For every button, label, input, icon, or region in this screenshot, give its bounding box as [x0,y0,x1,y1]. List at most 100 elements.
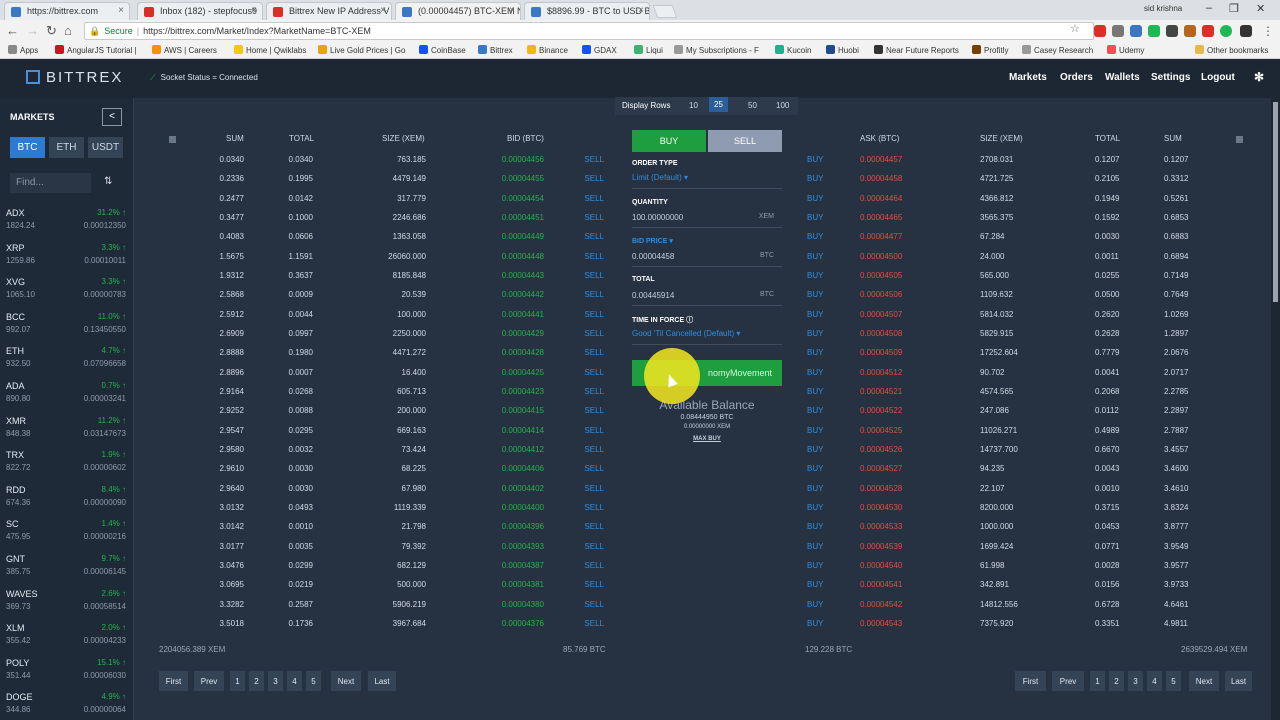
bid-price[interactable]: 0.00004412 [502,445,544,454]
extension-icon[interactable] [1166,25,1178,37]
bid-price[interactable]: 0.00004429 [502,329,544,338]
bid-price[interactable]: 0.00004402 [502,484,544,493]
market-list-item[interactable]: WAVES 2.6% ↑ 369.73 0.00058514 [6,589,126,623]
asks-header-sum[interactable]: SUM [1164,134,1182,143]
bid-price[interactable]: 0.00004455 [502,174,544,183]
max-buy-link[interactable]: MAX BUY [632,436,782,442]
home-icon[interactable]: ⌂ [64,23,72,38]
buy-link[interactable]: BUY [807,174,823,183]
close-tab-icon[interactable]: × [638,5,644,16]
bid-price[interactable]: 0.00004423 [502,387,544,396]
browser-tab[interactable]: (0.00004457) BTC-XEM N × [395,2,521,20]
buy-link[interactable]: BUY [807,426,823,435]
bid-price[interactable]: 0.00004448 [502,252,544,261]
bid-price[interactable]: 0.00004456 [502,155,544,164]
sell-link[interactable]: SELL [584,484,604,493]
sell-link[interactable]: SELL [584,155,604,164]
bookmark-item[interactable]: CoinBase [419,45,466,55]
asks-select-checkbox[interactable] [1236,136,1243,143]
nav-logout[interactable]: Logout [1201,72,1235,83]
page-button-first[interactable]: First [1015,671,1046,691]
browser-tab[interactable]: Inbox (182) - stepfocus9 × [137,2,263,20]
page-button-next[interactable]: Next [331,671,361,691]
market-list-item[interactable]: GNT 9.7% ↑ 385.75 0.00006145 [6,554,126,588]
ask-price[interactable]: 0.00004508 [860,329,902,338]
ask-price[interactable]: 0.00004533 [860,522,902,531]
market-list-item[interactable]: BCC 11.0% ↑ 992.07 0.13450550 [6,312,126,346]
market-list-item[interactable]: XMR 11.2% ↑ 848.38 0.03147673 [6,416,126,450]
buy-link[interactable]: BUY [807,232,823,241]
bookmark-item[interactable]: Kucoin [775,45,811,55]
page-button-4[interactable]: 4 [287,671,302,691]
ask-price[interactable]: 0.00004526 [860,445,902,454]
ask-price[interactable]: 0.00004458 [860,174,902,183]
bids-header-size[interactable]: SIZE (XEM) [382,134,425,143]
sell-link[interactable]: SELL [584,464,604,473]
sell-link[interactable]: SELL [584,445,604,454]
sell-link[interactable]: SELL [584,522,604,531]
buy-link[interactable]: BUY [807,522,823,531]
ask-price[interactable]: 0.00004507 [860,310,902,319]
bookmark-item[interactable]: Udemy [1107,45,1144,55]
buy-link[interactable]: BUY [807,387,823,396]
bid-price[interactable]: 0.00004425 [502,368,544,377]
bookmark-item[interactable]: Live Gold Prices | Go [318,45,405,55]
ask-price[interactable]: 0.00004521 [860,387,902,396]
bid-price[interactable]: 0.00004451 [502,213,544,222]
bids-header-bid[interactable]: BID (BTC) [507,134,544,143]
sell-link[interactable]: SELL [584,310,604,319]
page-button-2[interactable]: 2 [1109,671,1124,691]
restore-icon[interactable]: ❐ [1229,2,1239,15]
sell-link[interactable]: SELL [584,174,604,183]
ask-price[interactable]: 0.00004506 [860,290,902,299]
bookmark-item[interactable]: My Subscriptions - F [674,45,759,55]
ask-price[interactable]: 0.00004465 [860,213,902,222]
bid-price[interactable]: 0.00004396 [502,522,544,531]
browser-menu-icon[interactable]: ⋮ [1262,24,1274,38]
bids-header-total[interactable]: TOTAL [289,134,314,143]
sell-link[interactable]: SELL [584,252,604,261]
sell-link[interactable]: SELL [584,194,604,203]
bookmark-item[interactable]: Casey Research [1022,45,1093,55]
asks-header-total[interactable]: TOTAL [1095,134,1120,143]
ask-price[interactable]: 0.00004525 [860,426,902,435]
page-button-prev[interactable]: Prev [1052,671,1084,691]
ask-price[interactable]: 0.00004509 [860,348,902,357]
buy-link[interactable]: BUY [807,310,823,319]
buy-link[interactable]: BUY [807,561,823,570]
extension-icon[interactable] [1184,25,1196,37]
tab-eth[interactable]: ETH [49,137,84,158]
sell-link[interactable]: SELL [584,619,604,628]
close-window-icon[interactable]: ✕ [1256,2,1265,15]
market-list-item[interactable]: DOGE 4.9% ↑ 344.86 0.00000064 [6,692,126,720]
ask-price[interactable]: 0.00004505 [860,271,902,280]
bookmark-item[interactable]: Bittrex [478,45,513,55]
sell-link[interactable]: SELL [584,348,604,357]
ask-price[interactable]: 0.00004500 [860,252,902,261]
rows-option-10[interactable]: 10 [689,101,698,110]
buy-link[interactable]: BUY [807,406,823,415]
buy-link[interactable]: BUY [807,484,823,493]
minimize-icon[interactable]: – [1206,2,1212,14]
sell-tab-button[interactable]: SELL [708,130,782,152]
rows-option-50[interactable]: 50 [748,101,757,110]
sell-link[interactable]: SELL [584,561,604,570]
sell-link[interactable]: SELL [584,600,604,609]
ask-price[interactable]: 0.00004528 [860,484,902,493]
nav-settings[interactable]: Settings [1151,72,1190,83]
extension-icon[interactable] [1130,25,1142,37]
buy-link[interactable]: BUY [807,348,823,357]
bid-price-select[interactable]: BID PRICE ▾ [632,237,673,245]
collapse-sidebar-button[interactable]: < [102,108,122,126]
bid-price[interactable]: 0.00004454 [502,194,544,203]
ask-price[interactable]: 0.00004522 [860,406,902,415]
bookmark-item[interactable]: Home | Qwiklabs [234,45,306,55]
page-button-5[interactable]: 5 [306,671,321,691]
bid-price[interactable]: 0.00004428 [502,348,544,357]
bid-price-input[interactable]: 0.00004458 [632,252,674,261]
sell-link[interactable]: SELL [584,387,604,396]
ask-price[interactable]: 0.00004541 [860,580,902,589]
shield-extension-icon[interactable] [1220,25,1232,37]
time-in-force-select[interactable]: Good 'Til Cancelled (Default) ▾ [632,329,740,338]
ask-price[interactable]: 0.00004543 [860,619,902,628]
